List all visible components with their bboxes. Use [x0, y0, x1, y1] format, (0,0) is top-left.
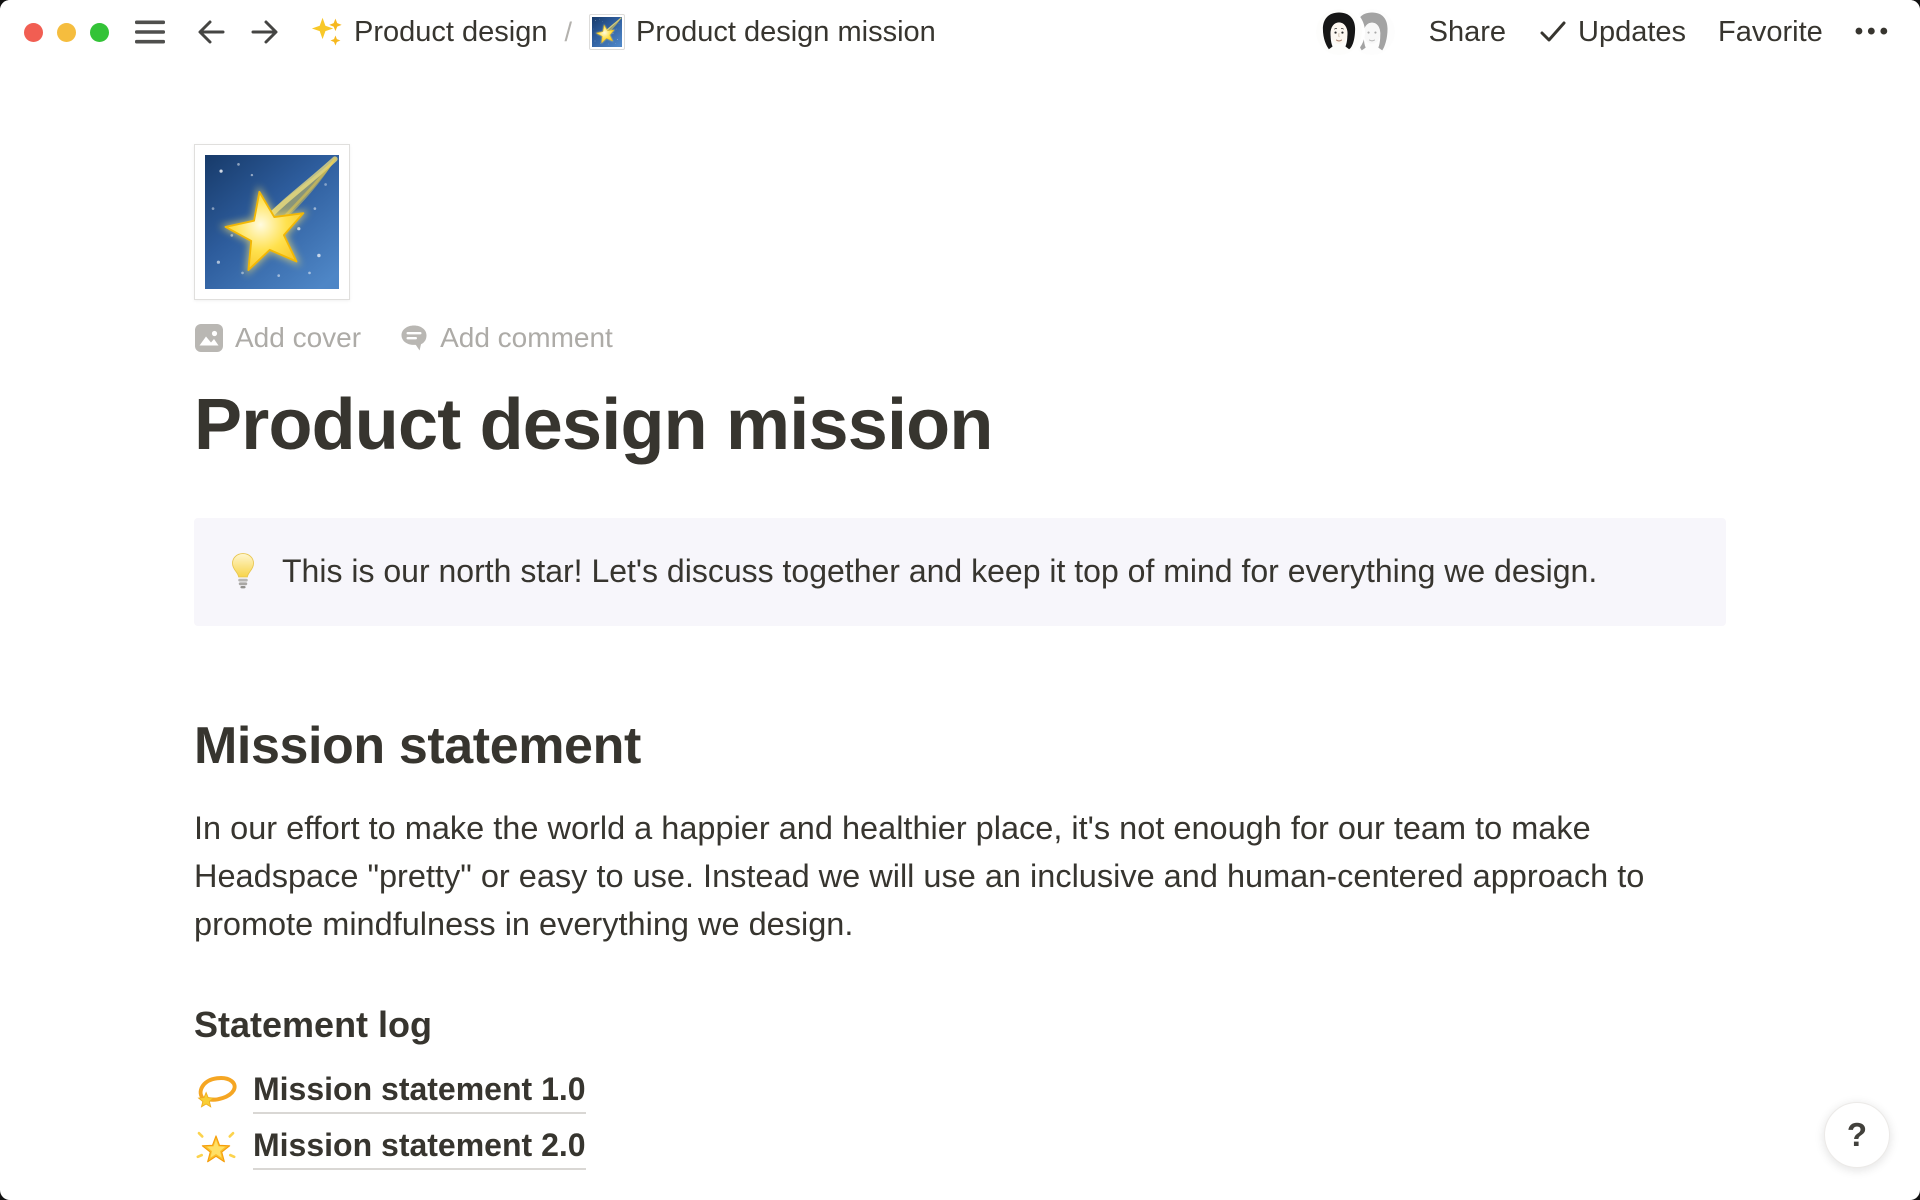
- breadcrumb: Product design / Product design mission: [307, 12, 940, 52]
- arrow-right-icon: [249, 17, 281, 47]
- add-comment-button[interactable]: Add comment: [399, 322, 613, 354]
- app-window: Product design / Product design mission: [0, 0, 1920, 1200]
- more-button[interactable]: •••: [1855, 16, 1892, 48]
- hamburger-icon: [135, 19, 165, 45]
- page-content: Add cover Add comment Product design mis…: [194, 64, 1726, 1176]
- glowing-star-icon: [194, 1126, 238, 1170]
- help-label: ?: [1847, 1116, 1867, 1154]
- page-title: Product design mission: [194, 384, 1726, 466]
- shooting-star-page-icon: [589, 14, 625, 50]
- window-controls: [24, 23, 109, 42]
- light-bulb-icon: [230, 551, 256, 593]
- page-meta-actions: Add cover Add comment: [194, 322, 1726, 354]
- image-icon: [194, 323, 224, 353]
- page-link-label: Mission statement 2.0: [253, 1127, 586, 1170]
- avatar: [1316, 9, 1362, 55]
- page-icon[interactable]: [194, 144, 350, 300]
- log-heading: Statement log: [194, 1004, 1726, 1046]
- callout-text: This is our north star! Let's discuss to…: [282, 551, 1597, 593]
- updates-label: Updates: [1578, 16, 1686, 49]
- minimize-button[interactable]: [57, 23, 76, 42]
- share-label: Share: [1429, 16, 1506, 49]
- check-icon: [1538, 19, 1568, 45]
- breadcrumb-parent[interactable]: Product design: [307, 14, 551, 51]
- zoom-button[interactable]: [90, 23, 109, 42]
- breadcrumb-separator: /: [564, 17, 572, 48]
- topbar-actions: Share Updates Favorite •••: [1316, 9, 1892, 55]
- member-avatars[interactable]: [1316, 9, 1395, 55]
- breadcrumb-current[interactable]: Product design mission: [585, 12, 940, 52]
- back-button[interactable]: [195, 17, 227, 47]
- shooting-star-image: [205, 155, 339, 289]
- mission-body: In our effort to make the world a happie…: [194, 804, 1726, 948]
- add-cover-button[interactable]: Add cover: [194, 322, 361, 354]
- mission-heading: Mission statement: [194, 716, 1726, 776]
- breadcrumb-current-label: Product design mission: [636, 16, 936, 49]
- log-links: Mission statement 1.0 Mission statement …: [194, 1064, 1726, 1176]
- breadcrumb-parent-label: Product design: [354, 16, 547, 49]
- page-link-mission-2[interactable]: Mission statement 2.0: [194, 1120, 586, 1176]
- updates-button[interactable]: Updates: [1538, 14, 1686, 51]
- arrow-left-icon: [195, 17, 227, 47]
- add-cover-label: Add cover: [235, 322, 361, 354]
- comment-icon: [399, 323, 429, 353]
- sidebar-menu-button[interactable]: [135, 19, 165, 45]
- favorite-button[interactable]: Favorite: [1718, 14, 1823, 51]
- top-bar: Product design / Product design mission: [0, 0, 1920, 64]
- add-comment-label: Add comment: [440, 322, 613, 354]
- page-link-mission-1[interactable]: Mission statement 1.0: [194, 1064, 586, 1120]
- close-button[interactable]: [24, 23, 43, 42]
- page-link-label: Mission statement 1.0: [253, 1071, 586, 1114]
- forward-button[interactable]: [249, 17, 281, 47]
- dizzy-star-icon: [194, 1070, 238, 1114]
- help-button[interactable]: ?: [1824, 1102, 1890, 1168]
- share-button[interactable]: Share: [1429, 14, 1506, 51]
- callout-block: This is our north star! Let's discuss to…: [194, 518, 1726, 626]
- sparkles-icon: [311, 16, 343, 48]
- more-icon: •••: [1855, 18, 1892, 46]
- favorite-label: Favorite: [1718, 16, 1823, 49]
